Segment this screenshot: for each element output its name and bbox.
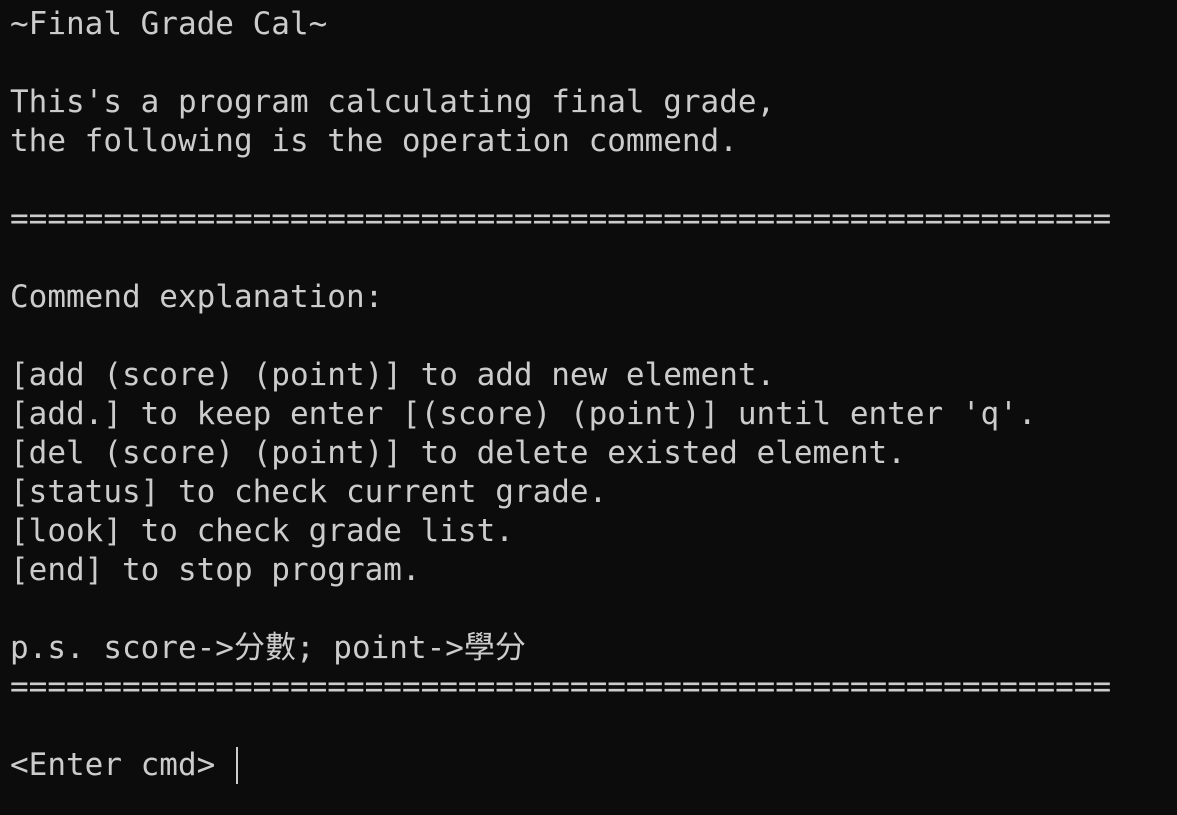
command-look: [look] to check grade list. <box>10 513 514 549</box>
command-add-continuous: [add.] to keep enter [(score) (point)] u… <box>10 396 1037 432</box>
command-status: [status] to check current grade. <box>10 474 608 510</box>
separator-bottom: ========================================… <box>10 669 1112 705</box>
program-title: ~Final Grade Cal~ <box>10 6 328 42</box>
note-line: p.s. score->分數; point->學分 <box>10 630 526 666</box>
command-add: [add (score) (point)] to add new element… <box>10 357 776 393</box>
intro-line-1: This's a program calculating final grade… <box>10 84 776 120</box>
explanation-header: Commend explanation: <box>10 279 384 315</box>
command-del: [del (score) (point)] to delete existed … <box>10 435 906 471</box>
text-cursor <box>235 747 238 784</box>
intro-line-2: the following is the operation commend. <box>10 123 738 159</box>
command-end: [end] to stop program. <box>10 552 421 588</box>
terminal-window[interactable]: ~Final Grade Cal~ This's a program calcu… <box>0 0 1177 815</box>
command-prompt: <Enter cmd> <box>10 747 234 783</box>
separator-top: ========================================… <box>10 201 1112 237</box>
command-prompt-row[interactable]: <Enter cmd> <box>10 746 1177 785</box>
